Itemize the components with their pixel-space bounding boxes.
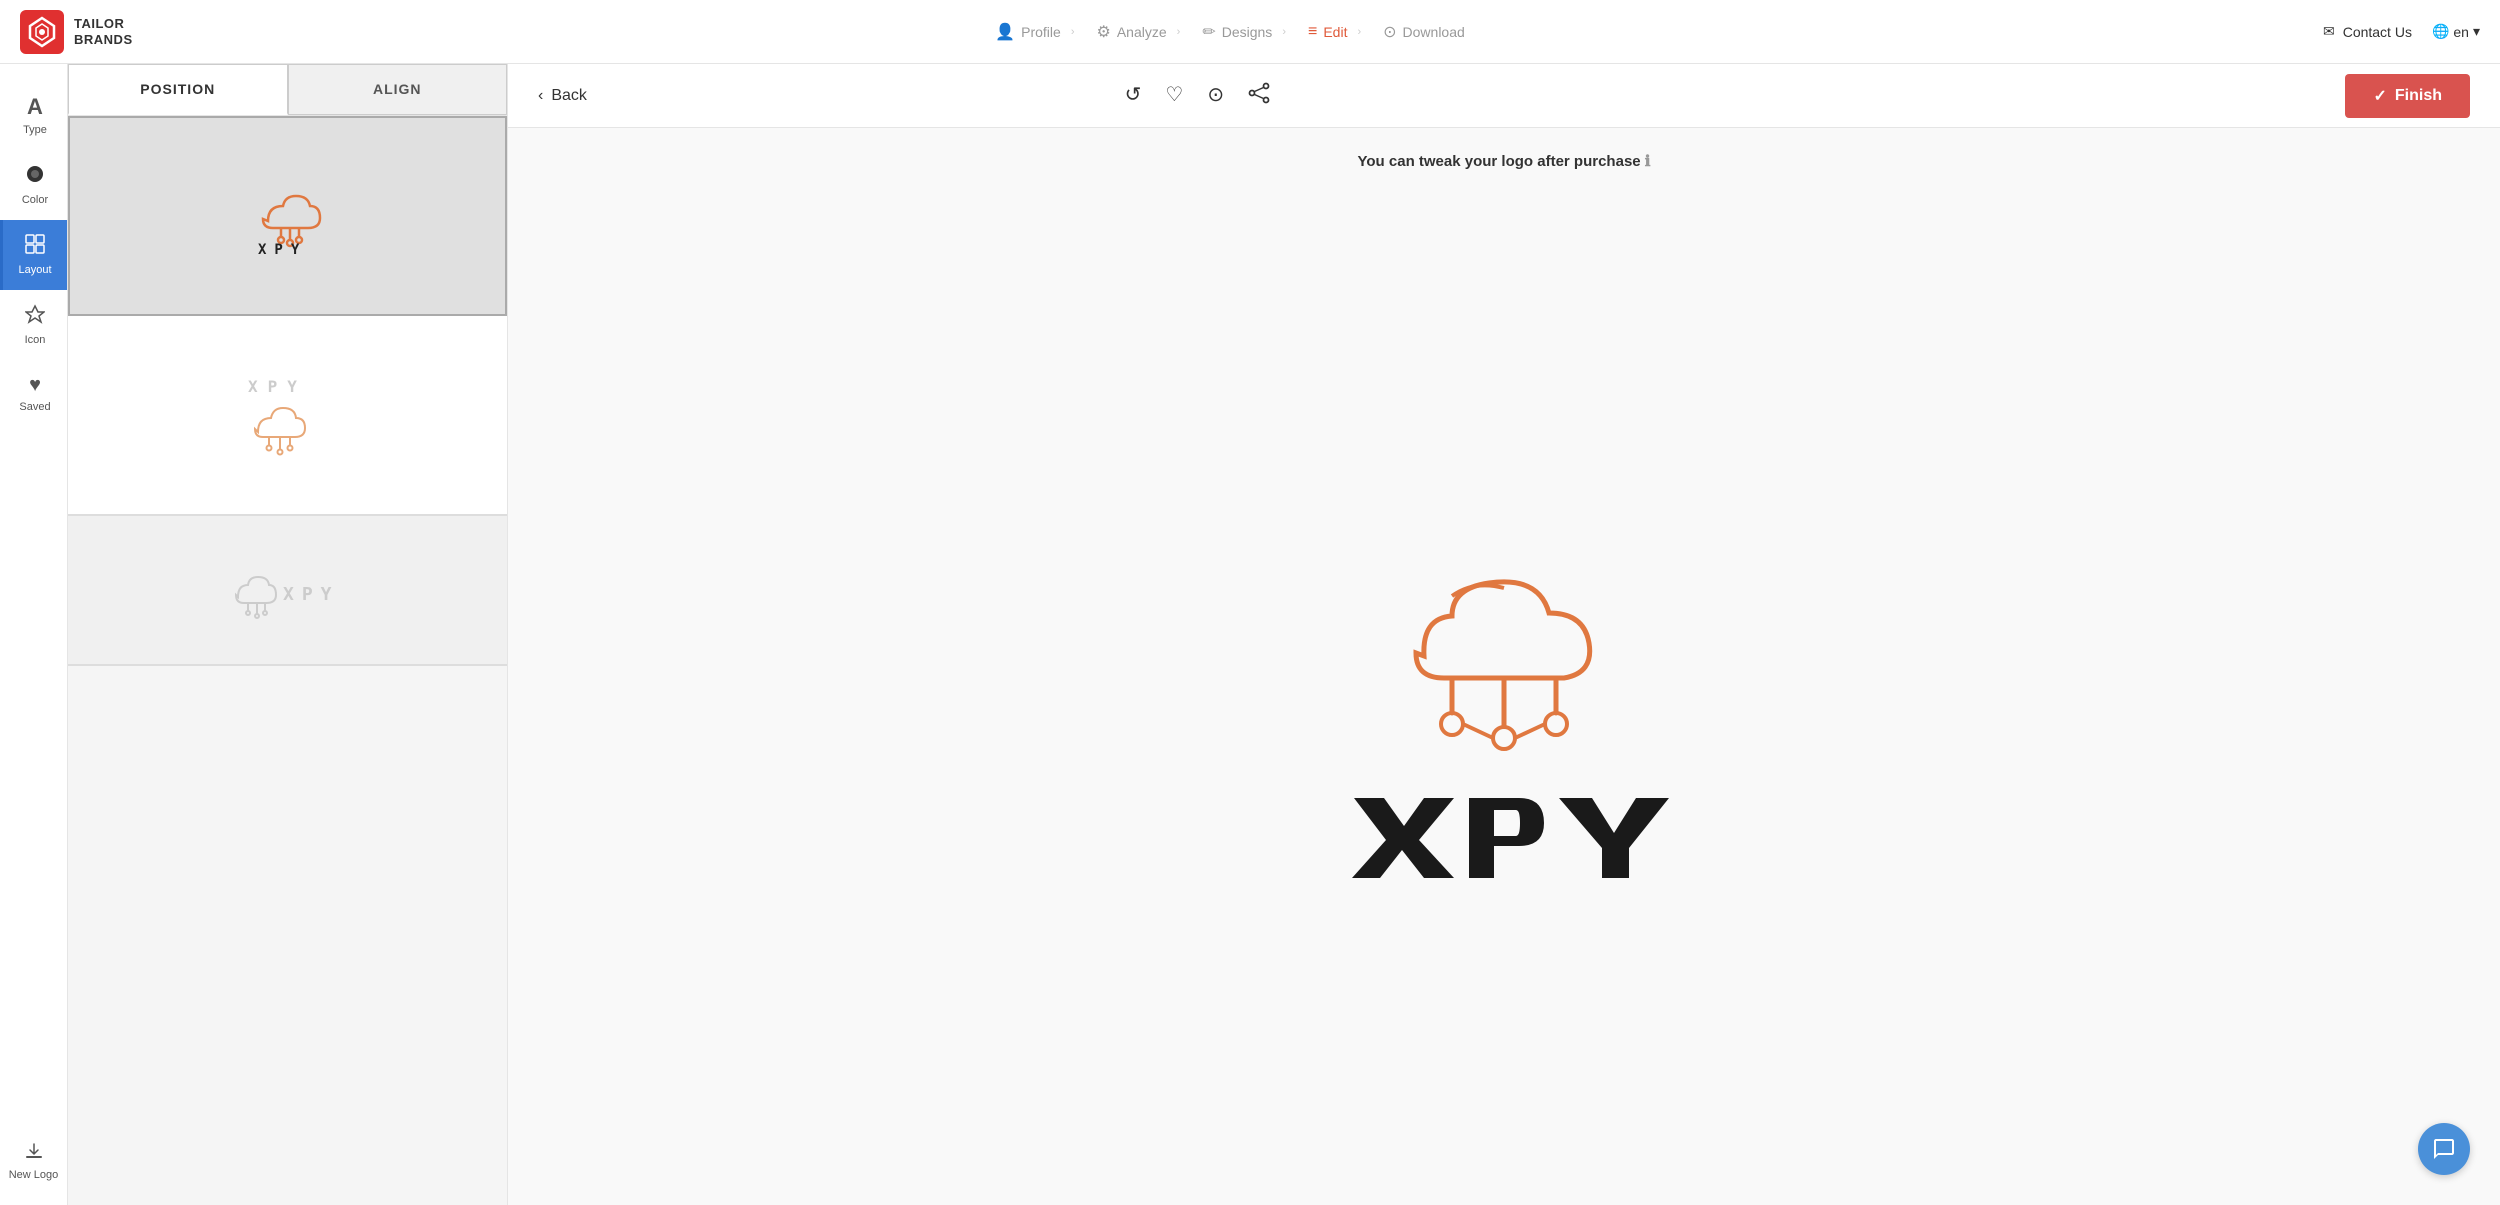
edit-icon: ≡	[1308, 23, 1317, 41]
sidebar-item-color[interactable]: Color	[0, 150, 67, 220]
icon-icon	[25, 304, 45, 330]
layout-preview-3-icon: XPY	[228, 555, 348, 625]
sidebar-item-type[interactable]: A Type	[0, 80, 67, 150]
nav-step-profile[interactable]: 👤 Profile ›	[987, 18, 1082, 46]
svg-text:XPY: XPY	[283, 584, 340, 605]
sidebar-item-layout[interactable]: Layout	[0, 220, 67, 290]
canvas-toolbar: ‹ Back ↺ ♡ ⊙ ✓ Finish	[508, 64, 2500, 128]
profile-icon: 👤	[995, 22, 1015, 42]
canvas-notice: You can tweak your logo after purchase ℹ	[508, 128, 2500, 180]
nav-right: ✉ Contact Us 🌐 en ▾	[2240, 23, 2480, 40]
nav-steps: 👤 Profile › ⚙ Analyze › ✏ Designs › ≡ Ed…	[220, 18, 2240, 46]
nav-step-analyze[interactable]: ⚙ Analyze ›	[1088, 18, 1188, 46]
canvas-content	[508, 180, 2500, 1205]
layout-option-3[interactable]: XPY	[68, 516, 507, 666]
undo-button[interactable]: ↺	[1125, 82, 1142, 110]
checkmark-icon: ✓	[2373, 86, 2386, 106]
finish-button[interactable]: ✓ Finish	[2345, 74, 2470, 118]
svg-text:XPY: XPY	[248, 377, 307, 396]
layout-preview-2-icon: XPY	[233, 370, 343, 460]
new-logo-icon	[24, 1142, 44, 1165]
favorite-button[interactable]: ♡	[1165, 82, 1183, 110]
back-button[interactable]: ‹ Back	[538, 87, 587, 105]
contact-us-button[interactable]: ✉ Contact Us	[2323, 23, 2412, 40]
envelope-icon: ✉	[2323, 23, 2335, 40]
chevron-icon: ›	[1071, 26, 1075, 38]
chat-button[interactable]	[2418, 1123, 2470, 1175]
share-button[interactable]	[1248, 82, 1270, 110]
tab-align[interactable]: ALIGN	[288, 64, 508, 115]
chat-icon	[2432, 1137, 2456, 1161]
toolbar-icons: ↺ ♡ ⊙	[1125, 82, 1270, 110]
svg-text:XPY: XPY	[258, 242, 307, 256]
designs-icon: ✏	[1202, 22, 1215, 42]
back-chevron-icon: ‹	[538, 87, 543, 105]
nav-step-edit[interactable]: ≡ Edit ›	[1300, 19, 1369, 45]
brand-logo-icon	[20, 10, 64, 54]
analyze-icon: ⚙	[1096, 22, 1110, 42]
layout-option-1[interactable]: XPY	[68, 116, 507, 316]
globe-icon: 🌐	[2432, 23, 2449, 40]
chevron-icon-3: ›	[1282, 26, 1286, 38]
type-icon: A	[27, 94, 43, 120]
main-logo-text-svg	[1334, 788, 1674, 878]
layout-preview-1-icon: XPY	[238, 176, 338, 256]
nav-step-download[interactable]: ⊙ Download	[1375, 18, 1473, 46]
layout-option-2[interactable]: XPY	[68, 316, 507, 516]
sidebar-item-icon[interactable]: Icon	[0, 290, 67, 360]
main-logo-svg	[1344, 508, 1664, 768]
main-logo-display	[1334, 508, 1674, 878]
chevron-icon-2: ›	[1177, 26, 1181, 38]
info-icon: ℹ	[1645, 153, 1651, 170]
color-icon	[25, 164, 45, 190]
top-nav: TAILOR BRANDS 👤 Profile › ⚙ Analyze › ✏ …	[0, 0, 2500, 64]
sidebar-icons: A Type Color Layout Icon ♥ Saved	[0, 64, 68, 1205]
panel-tabs: POSITION ALIGN	[68, 64, 507, 116]
language-selector[interactable]: 🌐 en ▾	[2432, 23, 2480, 40]
download-icon: ⊙	[1383, 22, 1396, 42]
heart-sidebar-icon: ♥	[29, 374, 41, 397]
canvas-area: ‹ Back ↺ ♡ ⊙ ✓ Finish You can tweak your…	[508, 64, 2500, 1205]
main-layout: A Type Color Layout Icon ♥ Saved	[0, 64, 2500, 1205]
sidebar-item-saved[interactable]: ♥ Saved	[0, 360, 67, 427]
sidebar-item-new-logo[interactable]: New Logo	[0, 1128, 67, 1195]
tab-position[interactable]: POSITION	[68, 64, 288, 115]
nav-step-designs[interactable]: ✏ Designs ›	[1194, 18, 1294, 46]
brand-logo[interactable]: TAILOR BRANDS	[20, 10, 220, 54]
brand-name: TAILOR BRANDS	[74, 16, 133, 47]
panel: POSITION ALIGN	[68, 64, 508, 1205]
lang-chevron-icon: ▾	[2473, 23, 2480, 40]
history-button[interactable]: ⊙	[1207, 82, 1224, 110]
chevron-icon-4: ›	[1357, 26, 1361, 38]
layout-icon	[25, 234, 45, 260]
